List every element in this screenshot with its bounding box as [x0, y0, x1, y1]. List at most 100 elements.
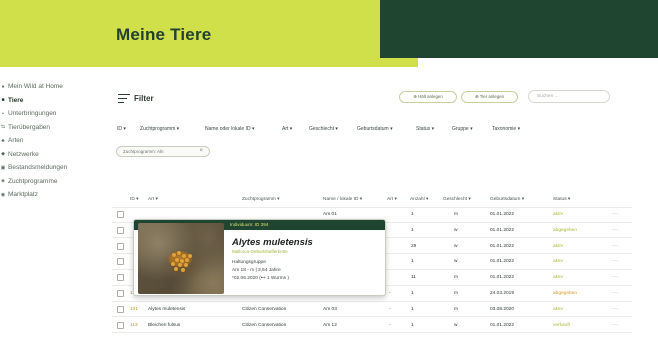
table-cell-id: 131 [130, 306, 139, 312]
sidebar-item-species[interactable]: ♣ Arten [0, 134, 110, 148]
column-header-sex[interactable]: Geschlecht ▾ [443, 197, 471, 202]
sidebar-item-marketplace[interactable]: ◉ Marktplatz [0, 188, 110, 202]
row-divider [112, 332, 632, 334]
more-actions-icon[interactable]: ... [612, 257, 619, 263]
column-header-art[interactable]: Art ▾ [387, 197, 397, 202]
column-header-status[interactable]: Status ▾ [553, 197, 570, 202]
filter-species[interactable]: Art ▾ [282, 126, 292, 132]
filter-toggle[interactable]: Filter [118, 94, 154, 103]
filter-status[interactable]: Status ▾ [416, 126, 434, 132]
add-group-button[interactable]: ⊕ Hält anlegen [399, 91, 457, 103]
status-badge: aktiv [553, 212, 563, 217]
row-checkbox[interactable] [117, 274, 124, 282]
filter-birthdate[interactable]: Geburtsdatum ▾ [357, 126, 393, 132]
row-checkbox[interactable] [117, 211, 124, 218]
table-cell-count: 29 [411, 243, 417, 249]
status-badge: verkauft [553, 322, 571, 328]
table-cell-sex: m [454, 275, 458, 281]
row-checkbox[interactable] [117, 321, 124, 329]
more-actions-icon[interactable]: ... [612, 305, 619, 311]
column-header-birthdate[interactable]: Geburtsdatum ▾ [490, 197, 524, 202]
filter-group[interactable]: Gruppe ▾ [452, 126, 473, 132]
column-header-species[interactable]: Art ▾ [148, 197, 158, 202]
table-cell-nr: - [389, 306, 391, 312]
row-checkbox[interactable] [117, 290, 124, 297]
chip-label: Zuchtprogramm: Aln [123, 149, 164, 154]
sidebar-item-label: Mein Wild at Home [8, 83, 63, 91]
row-checkbox[interactable] [117, 258, 124, 266]
table-cell-date: 24.03.2019 [490, 291, 515, 296]
table-cell-program: Citizen Conservation [242, 306, 287, 312]
sidebar-item-label: Bestandsmeldungen [8, 164, 68, 172]
sidebar: ● Mein Wild at Home ■ Tiere ▪ Unterbringung… [0, 80, 110, 202]
table-cell-date: 01.01.2022 [490, 227, 515, 233]
table-cell-count: 11 [411, 275, 416, 281]
row-checkbox[interactable] [117, 226, 124, 234]
search-input[interactable]: Suchen ... [528, 90, 610, 103]
add-animal-button[interactable]: ⊕ Tier anlegen [461, 91, 518, 103]
table-cell-id: 113 [130, 322, 138, 328]
more-actions-icon[interactable]: ... [612, 242, 619, 248]
table-cell-count: 1 [411, 306, 414, 312]
filter-name[interactable]: Name oder lokale ID ▾ [205, 126, 254, 132]
more-actions-icon[interactable]: ... [612, 273, 619, 279]
sidebar-item-home[interactable]: ● Mein Wild at Home [0, 80, 110, 94]
table-cell-date: 01.01.2022 [490, 243, 515, 249]
market-icon: ◉ [0, 191, 6, 198]
column-header-name[interactable]: Name / lokale ID ▾ [323, 197, 362, 202]
sidebar-item-label: Unterbringungen [8, 110, 57, 118]
more-actions-icon[interactable]: ... [612, 321, 619, 327]
status-badge: aktiv [553, 275, 563, 281]
sidebar-item-housing[interactable]: ▪ Unterbringungen [0, 107, 110, 121]
header-dark-panel [380, 0, 658, 58]
network-icon: ◆ [1, 151, 5, 158]
card-detail-line: Am 18 - m | 3,54 Jahre [232, 268, 281, 273]
animal-photo [138, 223, 224, 294]
table-cell-date: 01.01.2022 [490, 275, 515, 281]
card-detail-line: Haltungsgruppe [232, 260, 266, 265]
table-cell-art: Bleicheri fulsus [148, 322, 181, 328]
sidebar-item-stock-reports[interactable]: ▣ Bestandsmeldungen [0, 161, 110, 175]
card-species-name: Alytes muletensis [232, 237, 313, 248]
column-header-count[interactable]: Anzahl ▾ [410, 197, 428, 202]
table-cell-count: 1 [411, 291, 414, 296]
table-cell-art: Alytes muletensis [148, 306, 186, 312]
house-icon: ▪ [2, 110, 4, 117]
active-filter-chip[interactable]: Zuchtprogramm: Aln × [116, 146, 210, 157]
more-actions-icon[interactable]: ... [612, 289, 619, 295]
row-checkbox[interactable] [117, 305, 124, 313]
table-cell-count: 1 [411, 227, 414, 233]
animal-preview-card: Individuum: ID 394 Alytes muletensis Mal… [133, 219, 386, 296]
table-cell-sex: w [454, 243, 458, 249]
table-cell-sex: m [454, 306, 458, 312]
leaf-icon: ♣ [1, 137, 5, 144]
filter-icon [118, 94, 130, 103]
table-cell-sex: m [454, 291, 458, 296]
close-icon[interactable]: × [199, 148, 203, 154]
transfer-icon: ⇆ [0, 124, 6, 131]
row-checkbox[interactable] [117, 242, 124, 250]
status-badge: aktiv [553, 306, 563, 312]
table-cell-count: 1 [411, 322, 414, 328]
column-header-program[interactable]: Zuchtprogramm ▾ [242, 197, 280, 202]
sidebar-item-label: Tierübergaben [8, 123, 51, 131]
card-detail-line: *02.06.2020 (⊷ 1 Wurms ) [232, 276, 289, 281]
report-icon: ▣ [0, 164, 6, 171]
sidebar-item-transfers[interactable]: ⇆ Tierübergaben [0, 121, 110, 135]
table-cell-nr: - [389, 291, 391, 296]
filter-program[interactable]: Zuchtprogramm ▾ [140, 126, 179, 132]
sidebar-item-networks[interactable]: ◆ Netzwerke [0, 148, 110, 162]
filter-sex[interactable]: Geschlecht ▾ [309, 126, 338, 132]
sidebar-item-animals[interactable]: ■ Tiere [0, 94, 110, 108]
column-header-id[interactable]: ID ▾ [130, 197, 139, 202]
filter-taxonomy[interactable]: Taxonomie ▾ [492, 126, 520, 132]
more-actions-icon[interactable]: ... [612, 226, 619, 232]
table-cell-program: Citizen Conservation [242, 322, 287, 328]
paw-icon: ■ [1, 97, 5, 104]
circle-icon: ● [1, 83, 5, 90]
table-cell-sex: w [454, 322, 458, 328]
filter-id[interactable]: ID ▾ [117, 126, 126, 132]
more-actions-icon[interactable]: ... [612, 210, 619, 216]
table-cell-nr: - [389, 322, 391, 328]
sidebar-item-breeding[interactable]: ◈ Zuchtprogramme [0, 175, 110, 189]
